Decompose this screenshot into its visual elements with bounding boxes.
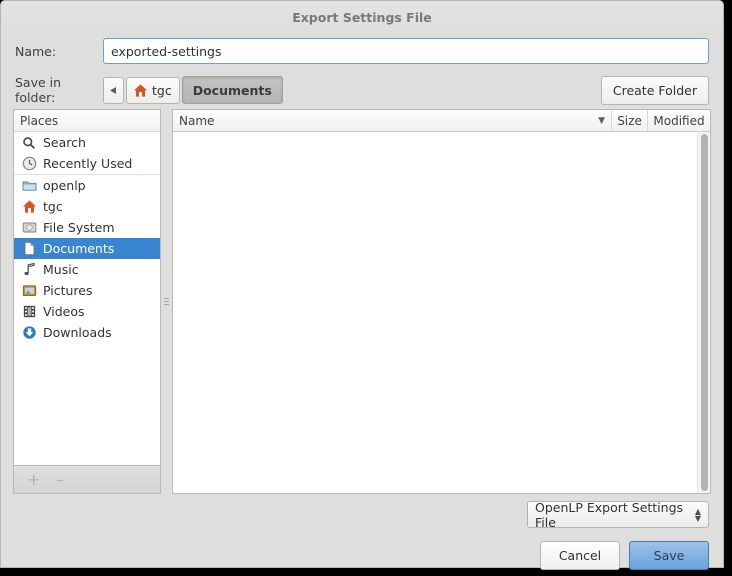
splitter-grip-icon — [164, 298, 169, 305]
search-icon — [21, 135, 37, 151]
breadcrumb: tgc Documents — [103, 76, 283, 104]
picture-icon — [21, 283, 37, 299]
add-place-button[interactable]: + — [27, 470, 40, 489]
sidebar-item-label: openlp — [43, 178, 86, 193]
chevron-down-icon[interactable]: ▼ — [695, 514, 701, 522]
breadcrumb-label: tgc — [152, 82, 172, 98]
column-header-modified[interactable]: Modified — [648, 110, 710, 131]
sidebar-item-recently-used[interactable]: Recently Used — [14, 153, 160, 175]
file-type-selected-value: OpenLP Export Settings File — [535, 499, 684, 530]
sidebar-item-label: File System — [43, 220, 115, 235]
sidebar-item-label: Documents — [43, 241, 115, 256]
file-type-filter-row: OpenLP Export Settings File ▲ ▼ — [1, 494, 723, 530]
sidebar-item-label: Recently Used — [43, 156, 133, 171]
column-header-name[interactable]: Name ▼ — [173, 110, 612, 131]
sidebar-item-tgc[interactable]: tgc — [14, 196, 160, 217]
column-label: Name — [179, 113, 215, 128]
file-list-body[interactable] — [173, 132, 710, 493]
places-pane: Places Search Recently Used openlp tgc F… — [13, 109, 161, 494]
pane-splitter[interactable] — [161, 109, 172, 494]
sidebar-item-label: tgc — [43, 199, 63, 214]
dialog-action-buttons: Cancel Save — [1, 528, 723, 570]
file-browser-panes: Places Search Recently Used openlp tgc F… — [1, 109, 723, 494]
sidebar-item-videos[interactable]: Videos — [14, 301, 160, 322]
file-list-empty-area[interactable] — [173, 132, 697, 493]
sidebar-item-openlp[interactable]: openlp — [14, 175, 160, 196]
column-label: Modified — [653, 113, 705, 128]
file-type-dropdown[interactable]: OpenLP Export Settings File ▲ ▼ — [527, 499, 709, 530]
download-arrow-icon — [21, 325, 37, 341]
file-list-pane: Name ▼ Size Modified — [172, 109, 711, 494]
breadcrumb-item-tgc[interactable]: tgc — [126, 76, 180, 104]
sidebar-item-label: Pictures — [43, 283, 93, 298]
left-arrow-icon — [109, 86, 118, 95]
sidebar-item-label: Downloads — [43, 325, 112, 340]
sidebar-item-pictures[interactable]: Pictures — [14, 280, 160, 301]
save-label: Save — [653, 548, 685, 563]
music-note-icon — [21, 262, 37, 278]
save-in-folder-row: Save in folder: tgc Documents Create Fol… — [1, 71, 723, 109]
breadcrumb-label: Documents — [192, 82, 272, 98]
folder-icon — [21, 178, 37, 194]
places-header: Places — [14, 110, 160, 132]
save-button[interactable]: Save — [629, 541, 709, 570]
create-folder-label: Create Folder — [612, 82, 697, 98]
home-icon — [21, 199, 37, 215]
clock-icon — [21, 156, 37, 172]
sidebar-item-documents[interactable]: Documents — [14, 238, 160, 259]
page-title: Export Settings File — [292, 10, 432, 25]
scrollbar-thumb[interactable] — [700, 134, 708, 491]
dialog-titlebar: Export Settings File — [1, 1, 723, 34]
spinner-arrows-icon[interactable]: ▲ ▼ — [695, 507, 701, 522]
places-list[interactable]: Places Search Recently Used openlp tgc F… — [13, 109, 161, 465]
sidebar-item-downloads[interactable]: Downloads — [14, 322, 160, 343]
cancel-label: Cancel — [558, 548, 602, 563]
file-list-scrollbar[interactable] — [697, 132, 710, 493]
harddisk-icon — [21, 220, 37, 236]
column-header-size[interactable]: Size — [612, 110, 648, 131]
film-icon — [21, 304, 37, 320]
sidebar-item-file-system[interactable]: File System — [14, 217, 160, 238]
name-row: Name: — [1, 34, 723, 68]
filename-input[interactable] — [103, 38, 709, 64]
home-icon — [132, 82, 148, 98]
export-settings-dialog: Export Settings File Name: Save in folde… — [0, 0, 724, 570]
name-label: Name: — [15, 43, 57, 59]
sidebar-item-label: Videos — [43, 304, 85, 319]
places-actions-bar: + – — [13, 465, 161, 494]
sidebar-item-search[interactable]: Search — [14, 132, 160, 153]
cancel-button[interactable]: Cancel — [540, 541, 620, 570]
file-list-column-headers: Name ▼ Size Modified — [173, 110, 710, 132]
sidebar-item-label: Music — [43, 262, 79, 277]
column-label: Size — [617, 113, 642, 128]
sort-descending-icon: ▼ — [598, 115, 605, 126]
breadcrumb-back-button[interactable] — [103, 76, 124, 104]
sidebar-item-music[interactable]: Music — [14, 259, 160, 280]
breadcrumb-item-documents[interactable]: Documents — [181, 76, 283, 104]
document-icon — [21, 241, 37, 257]
save-in-folder-label: Save in folder: — [15, 75, 62, 105]
remove-place-button[interactable]: – — [56, 470, 64, 489]
sidebar-item-label: Search — [43, 135, 86, 150]
create-folder-button[interactable]: Create Folder — [600, 75, 709, 105]
